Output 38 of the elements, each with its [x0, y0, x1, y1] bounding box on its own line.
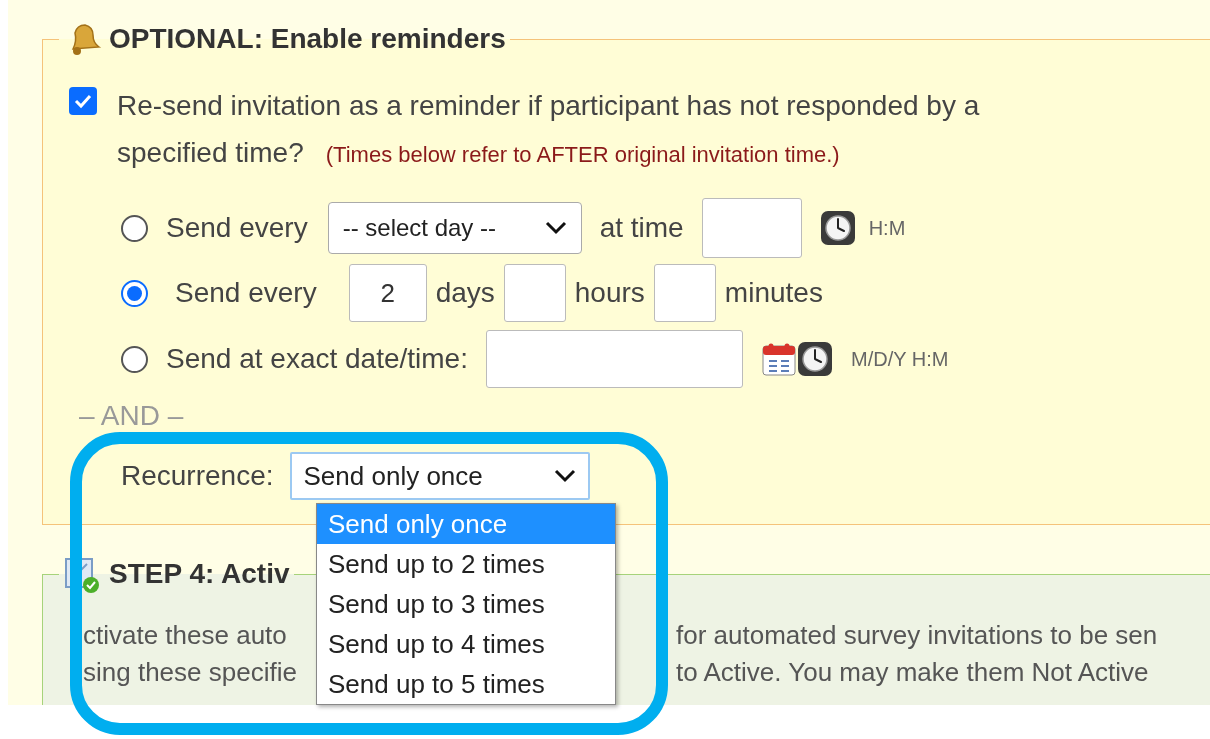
checkbox[interactable] [69, 87, 97, 115]
dropdown-option[interactable]: Send up to 5 times [317, 664, 615, 704]
description-text: ctivate these auto [83, 619, 287, 652]
recurrence-select[interactable]: Send only once [289, 452, 590, 500]
recurrence-label: Recurrence: [121, 459, 274, 493]
chevron-down-icon [544, 221, 567, 235]
hours-label: hours [574, 276, 645, 310]
description-text: to Active. You may make them Not Active [676, 656, 1149, 689]
reminder-checkbox-label: Re-send invitation as a reminder if participant has not responded by a specified time? (Times below refer to AFTER original invitation time.) [117, 89, 981, 170]
option-label: Send every [175, 276, 317, 310]
radio-button[interactable] [121, 214, 148, 242]
at-time-label: at time [599, 211, 684, 245]
minutes-input[interactable] [653, 264, 716, 322]
option-label: Send every [166, 211, 308, 245]
dropdown-option[interactable]: Send up to 2 times [317, 544, 615, 584]
dropdown-option[interactable]: Send up to 3 times [317, 584, 615, 624]
and-separator: – AND – [79, 399, 184, 433]
description-text: for automated survey invitations to be sen [676, 619, 1158, 652]
datetime-input[interactable] [485, 330, 743, 388]
format-hint: M/D/Y H:M [850, 347, 949, 372]
days-input[interactable]: 2 [348, 264, 427, 322]
clock-icon[interactable] [819, 210, 856, 246]
description-text: sing these specifie [83, 656, 297, 689]
format-hint: H:M [868, 216, 906, 241]
day-select[interactable]: -- select day -- [327, 202, 582, 254]
hours-input[interactable] [503, 264, 566, 322]
calendar-icon[interactable] [760, 341, 797, 377]
minutes-label: minutes [724, 276, 823, 310]
radio-button[interactable] [121, 345, 148, 373]
section-title: OPTIONAL: Enable reminders [109, 22, 506, 56]
time-input[interactable] [701, 198, 802, 258]
section-title: STEP 4: Activ [109, 557, 290, 591]
chevron-down-icon [553, 469, 576, 483]
option-label: Send at exact date/time: [166, 342, 468, 376]
days-label: days [435, 276, 495, 310]
clock-icon[interactable] [796, 341, 833, 377]
dropdown-option[interactable]: Send up to 4 times [317, 624, 615, 664]
radio-button[interactable] [121, 279, 148, 307]
